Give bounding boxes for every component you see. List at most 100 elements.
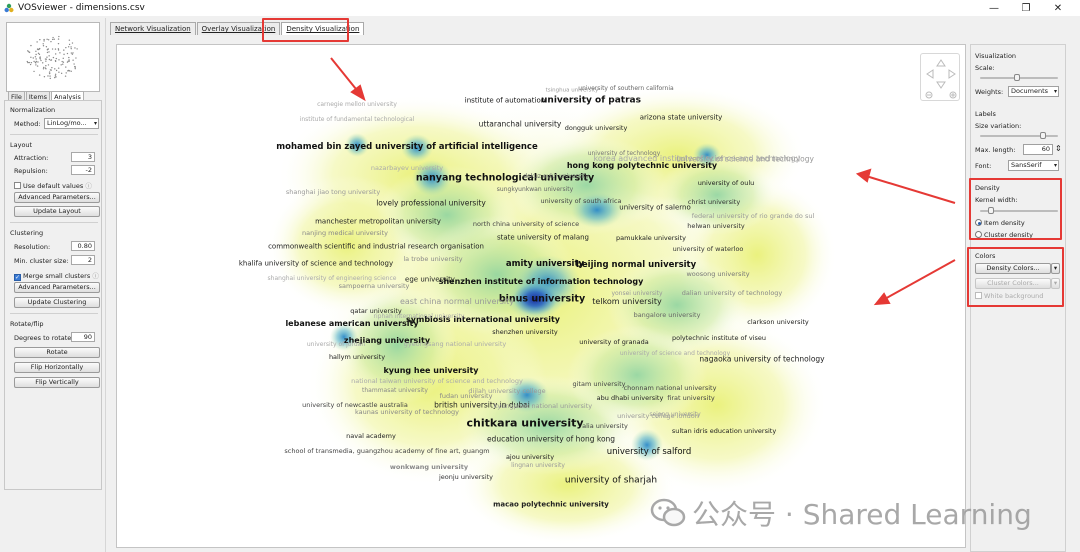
tab-network-visualization[interactable]: Network Visualization: [110, 22, 196, 35]
map-item-label[interactable]: helwan university: [687, 223, 745, 230]
degrees-input[interactable]: 90: [71, 332, 95, 342]
map-item-label[interactable]: university of jordan: [307, 342, 365, 348]
map-item-label[interactable]: manchester metropolitan university: [315, 218, 441, 226]
map-item-label[interactable]: university of sharjah: [565, 476, 657, 486]
map-item-label[interactable]: carnegie mellon university: [317, 102, 397, 108]
map-item-label[interactable]: commonwealth scientific and industrial r…: [268, 243, 484, 251]
map-item-label[interactable]: sungkyunkwan university: [497, 187, 573, 193]
use-default-checkbox[interactable]: [14, 182, 21, 189]
map-item-label[interactable]: university of patras: [541, 96, 641, 106]
map-item-label[interactable]: khalifa university of science and techno…: [239, 260, 393, 268]
map-item-label[interactable]: christ university: [688, 199, 740, 206]
map-item-label[interactable]: chitkara university: [466, 418, 583, 429]
map-item-label[interactable]: sejong university: [649, 412, 700, 418]
rotate-button[interactable]: Rotate: [14, 347, 100, 358]
map-item-label[interactable]: kyung hee university: [383, 367, 478, 375]
map-item-label[interactable]: la trobe university: [403, 256, 462, 263]
map-item-label[interactable]: woosong university: [686, 271, 749, 278]
map-item-label[interactable]: beijing normal university: [576, 261, 696, 270]
map-item-label[interactable]: abu dhabi university: [597, 395, 664, 402]
weights-select[interactable]: Documents ▾: [1008, 86, 1059, 97]
map-item-label[interactable]: institute of automation: [465, 97, 545, 105]
map-item-label[interactable]: education university of hong kong: [487, 435, 615, 443]
map-item-label[interactable]: arizona state university: [640, 114, 723, 122]
map-item-label[interactable]: nazarbayev university: [371, 165, 443, 172]
map-item-label[interactable]: jeonju university: [439, 474, 493, 481]
merge-small-checkbox[interactable]: ✓: [14, 274, 21, 281]
map-item-label[interactable]: sultan idris education university: [672, 428, 776, 435]
map-item-label[interactable]: university of salford: [607, 448, 692, 457]
map-item-label[interactable]: federal university of rio grande do sul: [692, 213, 815, 220]
close-button[interactable]: ✕: [1042, 0, 1074, 16]
layout-advanced-button[interactable]: Advanced Parameters...: [14, 192, 100, 203]
minimize-button[interactable]: —: [978, 0, 1010, 16]
flip-vertically-button[interactable]: Flip Vertically: [14, 377, 100, 388]
map-item-label[interactable]: gitam university: [572, 381, 625, 388]
map-item-label[interactable]: tsinghua university: [546, 88, 599, 94]
map-item-label[interactable]: lovely professional university: [376, 199, 486, 207]
map-item-label[interactable]: university of south africa: [540, 198, 621, 205]
help-icon[interactable]: ⓘ: [85, 182, 92, 190]
spinner-icon[interactable]: ⇕: [1055, 144, 1062, 153]
maximize-button[interactable]: ❐: [1010, 0, 1042, 16]
map-item-label[interactable]: dijlah university college: [468, 388, 545, 395]
map-item-label[interactable]: north china university of science: [473, 221, 579, 228]
map-item-label[interactable]: lingnan university: [511, 463, 565, 469]
map-item-label[interactable]: hallym university: [329, 354, 385, 361]
map-item-label[interactable]: shanghai university of engineering scien…: [268, 276, 397, 282]
flip-horizontally-button[interactable]: Flip Horizontally: [14, 362, 100, 373]
map-item-label[interactable]: school of transmedia, guangzhou academy …: [284, 448, 489, 455]
max-length-input[interactable]: 60: [1023, 144, 1053, 155]
map-item-label[interactable]: dongguk university: [565, 125, 628, 132]
map-item-label[interactable]: state university of malang: [497, 234, 589, 242]
map-item-label[interactable]: macao polytechnic university: [493, 501, 609, 509]
method-select[interactable]: LinLog/mo... ▾: [44, 118, 99, 129]
map-item-label[interactable]: korea advanced institute of science and …: [594, 155, 801, 163]
map-item-label[interactable]: alia university: [582, 423, 628, 430]
map-item-label[interactable]: university of salerno: [619, 204, 690, 212]
repulsion-input[interactable]: -2: [71, 165, 95, 175]
map-item-label[interactable]: shanghai jiao tong university: [286, 189, 380, 196]
map-item-label[interactable]: lebanese american university: [285, 320, 418, 328]
map-item-label[interactable]: firat university: [667, 395, 715, 402]
min-cluster-input[interactable]: 2: [71, 255, 95, 265]
map-item-label[interactable]: amity university: [506, 260, 584, 269]
help-icon[interactable]: ⓘ: [92, 272, 99, 280]
attraction-input[interactable]: 3: [71, 152, 95, 162]
map-item-label[interactable]: national taiwan university of science an…: [351, 378, 523, 385]
map-item-label[interactable]: bangalore university: [634, 312, 701, 319]
map-item-label[interactable]: dokuz eylul university: [523, 174, 589, 180]
map-item-label[interactable]: university of granada: [579, 339, 649, 346]
map-item-label[interactable]: nanjing medical university: [302, 230, 388, 237]
map-item-label[interactable]: wonkwang university: [390, 464, 468, 471]
map-item-label[interactable]: uttaranchal university: [479, 120, 562, 128]
map-item-label[interactable]: university of science and technology: [620, 351, 730, 357]
map-item-label[interactable]: clarkson university: [747, 319, 809, 326]
map-item-label[interactable]: dalian university of technology: [682, 290, 783, 297]
map-item-label[interactable]: institute of fundamental technological: [300, 117, 415, 123]
map-item-label[interactable]: shenzhen university: [492, 329, 558, 336]
overview-thumbnail[interactable]: [6, 22, 100, 92]
map-item-label[interactable]: yonsei university: [611, 291, 662, 297]
map-item-label[interactable]: telkom university: [592, 298, 661, 306]
map-item-label[interactable]: shenzhen institute of information techno…: [439, 278, 644, 286]
clustering-advanced-button[interactable]: Advanced Parameters...: [14, 282, 100, 293]
zoom-pan-control[interactable]: [920, 53, 960, 101]
map-item-label[interactable]: polytechnic institute of viseu: [672, 335, 766, 342]
use-default-values[interactable]: Use default values ⓘ: [14, 180, 92, 190]
map-item-label[interactable]: ajou university: [506, 454, 554, 461]
size-variation-knob[interactable]: [1040, 132, 1046, 139]
map-item-label[interactable]: naval academy: [346, 433, 396, 440]
size-variation-slider[interactable]: [980, 132, 1058, 139]
merge-small-clusters[interactable]: ✓ Merge small clusters ⓘ: [14, 270, 99, 281]
font-select[interactable]: SansSerif ▾: [1008, 160, 1059, 171]
scale-slider[interactable]: [980, 74, 1058, 81]
map-item-label[interactable]: thammasat university: [362, 388, 428, 394]
map-item-label[interactable]: mohamed bin zayed university of artifici…: [276, 143, 537, 152]
map-item-label[interactable]: gyeongsang national university: [404, 341, 506, 348]
map-item-label[interactable]: east china normal university: [400, 298, 514, 306]
map-item-label[interactable]: university of oulu: [698, 180, 755, 187]
density-map-canvas[interactable]: university of southern california institu…: [116, 44, 966, 548]
map-item-label[interactable]: university of waterloo: [673, 246, 744, 253]
map-item-label[interactable]: pamukkale university: [616, 235, 686, 242]
